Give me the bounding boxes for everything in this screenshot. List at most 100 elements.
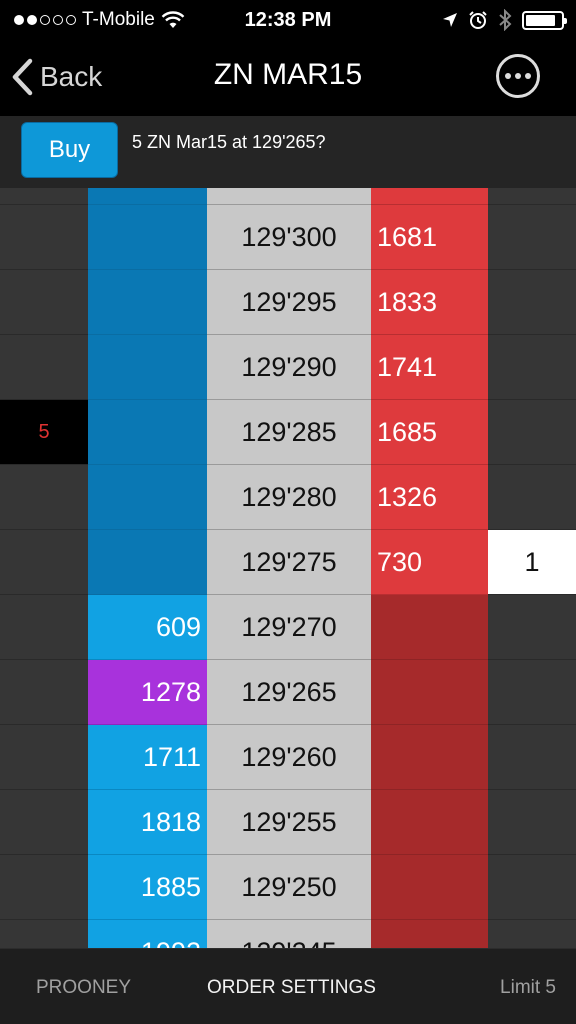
carrier-label: T-Mobile [82, 9, 155, 30]
working-sell-order-cell[interactable] [488, 205, 576, 270]
ask-quantity-cell[interactable]: 1681 [371, 205, 488, 270]
more-options-icon[interactable] [496, 54, 540, 98]
bid-quantity-cell[interactable] [88, 205, 207, 270]
working-sell-order-cell[interactable] [488, 725, 576, 790]
order-confirm-bar: Buy 5 ZN Mar15 at 129'265? [0, 116, 576, 188]
bid-quantity-cell[interactable] [88, 335, 207, 400]
ladder-row[interactable]: 1885 129'250 [0, 855, 576, 920]
bluetooth-icon [499, 9, 512, 31]
bid-quantity-cell[interactable] [88, 530, 207, 595]
working-sell-order-cell[interactable] [488, 270, 576, 335]
price-ladder[interactable]: 129'300 1681 129'295 1833 129'290 1741 5 129'28… [0, 188, 576, 948]
ladder-row[interactable]: 1992129'245 [0, 920, 576, 948]
working-sell-order-cell[interactable] [488, 855, 576, 920]
price-cell: 129'275 [207, 530, 371, 595]
status-left: T-Mobile [14, 0, 185, 40]
ask-quantity-cell[interactable] [371, 855, 488, 920]
working-buy-order-cell[interactable] [0, 530, 88, 595]
working-sell-order-cell[interactable]: 1 [488, 530, 576, 595]
bid-quantity-cell[interactable]: 1992 [88, 920, 207, 948]
order-cell-buy [0, 188, 88, 205]
chevron-left-icon [12, 58, 33, 96]
price-cell: 129'290 [207, 335, 371, 400]
status-bar: T-Mobile 12:38 PM [0, 0, 576, 40]
price-cell: 129'260 [207, 725, 371, 790]
working-sell-order-cell[interactable] [488, 335, 576, 400]
price-cell: 129'265 [207, 660, 371, 725]
ask-cell [371, 188, 488, 205]
ask-quantity-cell[interactable] [371, 725, 488, 790]
working-buy-order-cell[interactable] [0, 855, 88, 920]
price-cell: 129'285 [207, 400, 371, 465]
back-label: Back [40, 61, 103, 92]
bid-quantity-cell[interactable]: 1818 [88, 790, 207, 855]
working-buy-order-cell[interactable] [0, 205, 88, 270]
ladder-row[interactable]: 129'290 1741 [0, 335, 576, 400]
ask-quantity-cell[interactable]: 730 [371, 530, 488, 595]
buy-button[interactable]: Buy [21, 122, 118, 178]
signal-dot [53, 15, 63, 25]
signal-dots-icon [14, 15, 76, 25]
ask-quantity-cell[interactable] [371, 660, 488, 725]
signal-dot [66, 15, 76, 25]
price-cell: 129'280 [207, 465, 371, 530]
working-buy-order-cell[interactable]: 5 [0, 400, 88, 465]
working-sell-order-cell[interactable] [488, 595, 576, 660]
working-sell-order-cell[interactable] [488, 465, 576, 530]
bid-quantity-cell[interactable] [88, 270, 207, 335]
ladder-row[interactable]: 129'300 1681 [0, 205, 576, 270]
status-right [442, 0, 567, 40]
working-buy-order-cell[interactable] [0, 920, 88, 948]
working-sell-order-cell[interactable] [488, 920, 576, 948]
back-button[interactable]: Back [10, 54, 102, 100]
alarm-clock-icon [469, 11, 487, 29]
ask-quantity-cell[interactable]: 1833 [371, 270, 488, 335]
working-sell-order-cell[interactable] [488, 660, 576, 725]
ask-quantity-cell[interactable]: 1685 [371, 400, 488, 465]
working-buy-order-cell[interactable] [0, 335, 88, 400]
ladder-row[interactable]: 1711 129'260 [0, 725, 576, 790]
price-cell: 129'295 [207, 270, 371, 335]
working-buy-order-cell[interactable] [0, 725, 88, 790]
tab-limit[interactable]: Limit 5 [500, 977, 556, 999]
tab-order-settings[interactable]: ORDER SETTINGS [207, 977, 376, 999]
ladder-row[interactable]: 609 129'270 [0, 595, 576, 660]
ask-quantity-cell[interactable]: 1741 [371, 335, 488, 400]
ask-quantity-cell[interactable] [371, 595, 488, 660]
working-buy-order-cell[interactable] [0, 790, 88, 855]
ask-quantity-cell[interactable] [371, 920, 488, 948]
wifi-icon [161, 11, 185, 28]
navigation-bar: Back ZN MAR15 [0, 40, 576, 116]
working-sell-order-cell[interactable] [488, 790, 576, 855]
working-buy-order-cell[interactable] [0, 465, 88, 530]
working-buy-order-cell[interactable] [0, 595, 88, 660]
bid-quantity-cell[interactable]: 1711 [88, 725, 207, 790]
bid-cell [88, 188, 207, 205]
signal-dot [14, 15, 24, 25]
ask-quantity-cell[interactable] [371, 790, 488, 855]
tab-account[interactable]: PROONEY [36, 977, 131, 999]
more-dot [525, 73, 531, 79]
working-buy-order-cell[interactable] [0, 660, 88, 725]
ladder-row[interactable]: 129'295 1833 [0, 270, 576, 335]
bid-quantity-cell[interactable] [88, 400, 207, 465]
ladder-row[interactable]: 1818 129'255 [0, 790, 576, 855]
ask-quantity-cell[interactable]: 1326 [371, 465, 488, 530]
working-buy-order-cell[interactable] [0, 270, 88, 335]
working-sell-order-cell[interactable] [488, 400, 576, 465]
price-cell [207, 188, 371, 205]
battery-icon [522, 10, 567, 30]
bid-quantity-cell[interactable]: 1885 [88, 855, 207, 920]
ladder-row[interactable]: 129'280 1326 [0, 465, 576, 530]
signal-dot [40, 15, 50, 25]
ladder-row[interactable]: 129'275 730 1 [0, 530, 576, 595]
price-cell: 129'255 [207, 790, 371, 855]
ladder-row[interactable]: 1278 129'265 [0, 660, 576, 725]
more-dot [515, 73, 521, 79]
bid-quantity-cell[interactable]: 609 [88, 595, 207, 660]
bid-quantity-cell[interactable] [88, 465, 207, 530]
bid-quantity-cell[interactable]: 1278 [88, 660, 207, 725]
more-dot [505, 73, 511, 79]
ladder-row[interactable]: 5 129'285 1685 [0, 400, 576, 465]
order-cell-sell [488, 188, 576, 205]
